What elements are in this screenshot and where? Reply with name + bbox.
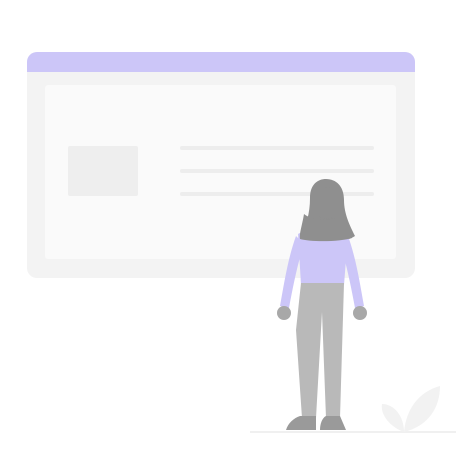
person-shoe-right — [320, 416, 346, 430]
window-title-bar — [27, 52, 415, 72]
person-hand-right — [353, 306, 367, 320]
plant-leaf-left — [381, 404, 404, 432]
ground-line — [250, 431, 456, 433]
plant-leaf-right — [404, 386, 440, 432]
empty-state-illustration — [27, 52, 456, 433]
person-hand-left — [277, 306, 291, 320]
empty-state-canvas — [0, 0, 456, 475]
text-placeholder-line-3 — [180, 192, 374, 196]
person-pants — [296, 283, 344, 418]
person-shoe-left — [286, 416, 316, 430]
image-placeholder-block — [68, 146, 138, 196]
plant-icon — [381, 386, 440, 432]
text-placeholder-line-1 — [180, 146, 374, 150]
text-placeholder-line-2 — [180, 169, 374, 173]
person-face — [313, 187, 339, 219]
browser-window-mockup — [27, 52, 415, 278]
